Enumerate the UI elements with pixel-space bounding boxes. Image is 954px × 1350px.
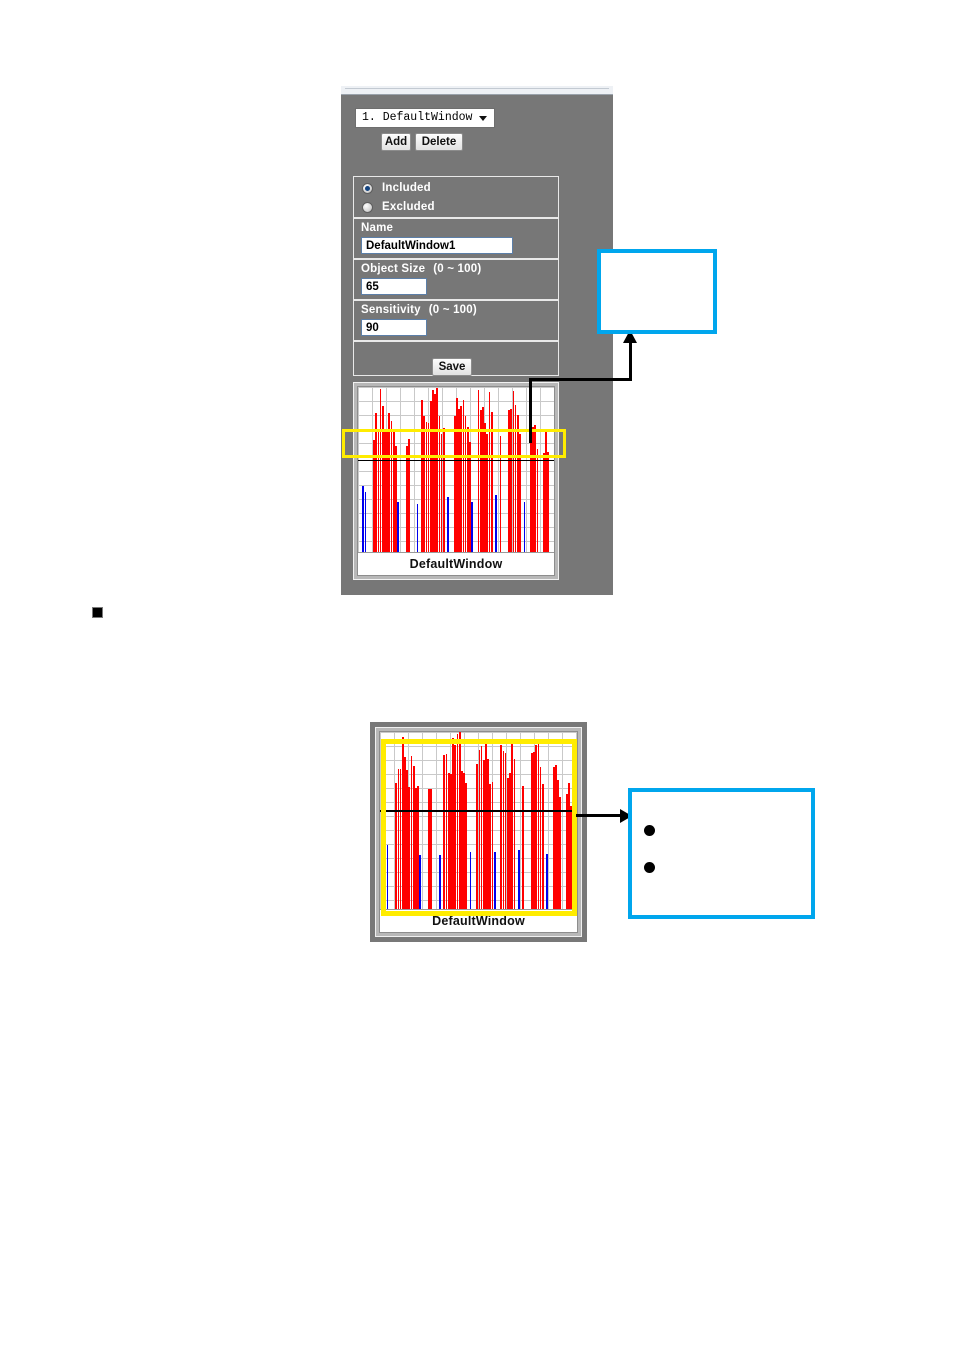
- window-select-dropdown[interactable]: 1. DefaultWindow: [355, 108, 495, 128]
- motion-detection-config-panel: 1. DefaultWindow Add Delete Included Exc…: [341, 86, 613, 595]
- callout-box-1: [597, 249, 717, 334]
- radio-excluded-label: Excluded: [382, 201, 435, 213]
- chart-1-plot-area[interactable]: [358, 387, 554, 552]
- motion-histogram-chart-2: DefaultWindow: [370, 722, 587, 942]
- chart-2-bevel: DefaultWindow: [375, 727, 582, 937]
- histogram-bar: [499, 435, 502, 552]
- histogram-bar: [417, 786, 419, 909]
- window-select-value: 1. DefaultWindow: [362, 111, 473, 124]
- save-button[interactable]: Save: [432, 358, 472, 376]
- radio-included[interactable]: Included: [362, 182, 431, 194]
- histogram-bar: [386, 844, 389, 909]
- histogram-bar: [408, 439, 410, 552]
- histogram-bar: [517, 850, 520, 909]
- histogram-bar: [490, 412, 493, 552]
- histogram-bar: [495, 495, 497, 552]
- callout-1-connector-segment-3: [629, 341, 632, 381]
- callout-2-connector-line: [578, 814, 624, 817]
- histogram-bar: [546, 853, 549, 909]
- histogram-bar: [559, 797, 562, 909]
- histogram-bar: [465, 782, 468, 909]
- object-size-input[interactable]: 65: [361, 278, 427, 295]
- histogram-bar: [395, 446, 397, 552]
- histogram-bar: [493, 852, 496, 909]
- chart-2-plot-area[interactable]: [380, 732, 577, 909]
- histogram-bar: [416, 503, 419, 552]
- sensitivity-label-text: Sensitivity: [361, 304, 421, 316]
- histogram-bar: [547, 452, 550, 552]
- mode-group: Included Excluded: [353, 176, 559, 218]
- radio-included-label: Included: [382, 182, 431, 194]
- callout-box-2: [628, 788, 815, 919]
- chart-1-inner: DefaultWindow: [357, 386, 555, 576]
- histogram-bar: [439, 855, 441, 909]
- radio-excluded-icon[interactable]: [362, 201, 373, 213]
- histogram-bar: [570, 806, 573, 909]
- add-button[interactable]: Add: [381, 133, 411, 151]
- chart-1-bars: [358, 387, 554, 552]
- callout-1-connector-segment-2: [529, 378, 632, 381]
- square-bullet-icon: [92, 607, 103, 618]
- histogram-bar: [442, 428, 445, 552]
- object-size-label-text: Object Size: [361, 263, 426, 275]
- histogram-bar: [469, 442, 471, 552]
- radio-excluded[interactable]: Excluded: [362, 201, 435, 213]
- histogram-bar: [536, 448, 539, 552]
- chart-2-inner: DefaultWindow: [379, 731, 578, 933]
- name-group: Name DefaultWindow1: [353, 218, 559, 259]
- sensitivity-input[interactable]: 90: [361, 319, 427, 336]
- histogram-bar: [471, 501, 473, 552]
- histogram-bar: [541, 784, 544, 909]
- histogram-bar: [513, 758, 516, 909]
- sensitivity-group: Sensitivity (0 ~ 100) 90: [353, 300, 559, 341]
- histogram-bar: [522, 785, 524, 909]
- name-label: Name: [361, 222, 394, 234]
- sensitivity-label: Sensitivity (0 ~ 100): [361, 304, 477, 316]
- histogram-bar: [519, 433, 521, 552]
- callout-2-bullet-icon-2: [644, 862, 655, 873]
- histogram-bar: [447, 497, 449, 552]
- delete-button[interactable]: Delete: [415, 133, 463, 151]
- titlebar-divider: [345, 88, 609, 89]
- histogram-bar: [419, 855, 422, 909]
- radio-included-icon[interactable]: [362, 182, 373, 194]
- object-size-range: (0 ~ 100): [433, 263, 482, 275]
- chart-2-caption: DefaultWindow: [380, 909, 577, 932]
- panel-titlebar: [341, 86, 613, 95]
- histogram-bar: [397, 502, 399, 552]
- callout-1-connector-segment-1: [529, 378, 532, 443]
- chart-2-bars: [380, 732, 577, 909]
- histogram-bar: [364, 492, 367, 552]
- chart-1-caption: DefaultWindow: [358, 552, 554, 575]
- callout-2-bullet-icon-1: [644, 825, 655, 836]
- sensitivity-range: (0 ~ 100): [428, 304, 477, 316]
- chart-2-threshold-line: [380, 810, 577, 812]
- chart-1-threshold-line: [358, 459, 554, 462]
- chevron-down-icon: [479, 115, 487, 121]
- histogram-bar: [491, 782, 494, 909]
- object-size-label: Object Size (0 ~ 100): [361, 263, 481, 275]
- object-size-group: Object Size (0 ~ 100) 65: [353, 259, 559, 300]
- histogram-bar: [523, 502, 526, 552]
- histogram-bar: [430, 788, 433, 909]
- histogram-bar: [469, 852, 472, 909]
- name-input[interactable]: DefaultWindow1: [361, 237, 513, 254]
